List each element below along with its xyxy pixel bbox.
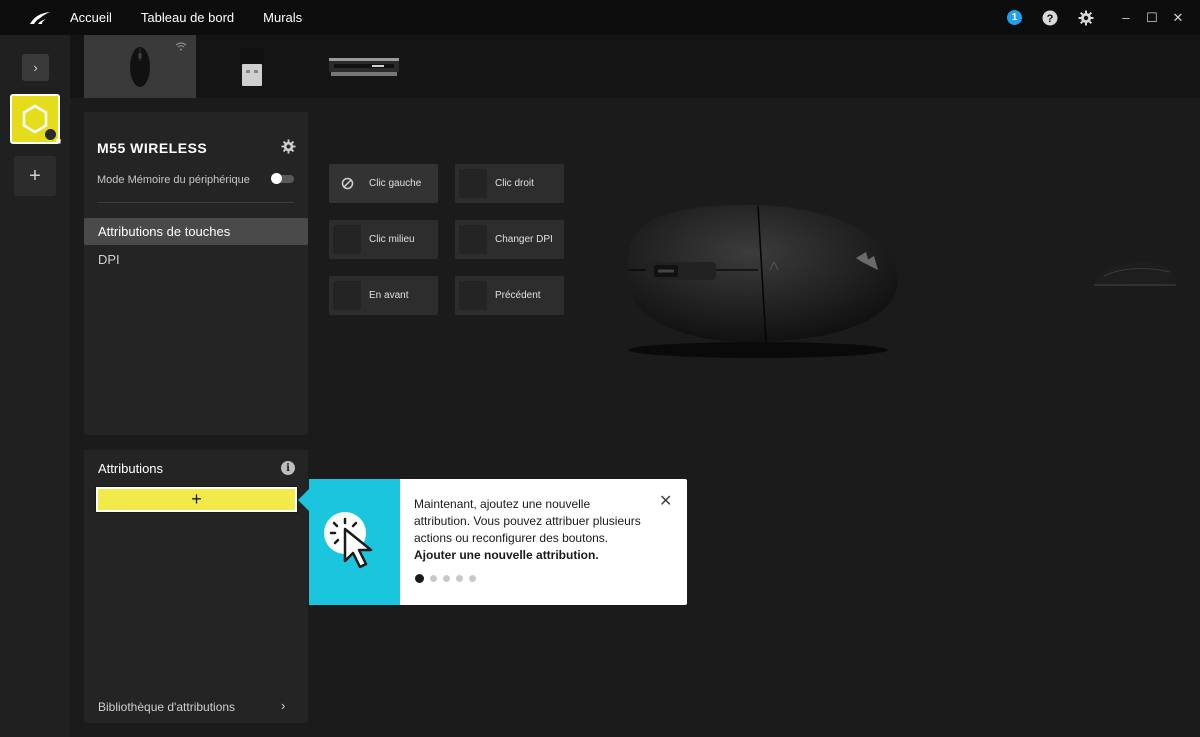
chevron-right-icon[interactable]: › xyxy=(281,698,285,713)
click-cursor-icon xyxy=(324,512,373,569)
menu-item-key-assignments[interactable]: Attributions de touches xyxy=(84,218,308,245)
key-label: Clic droit xyxy=(495,178,534,189)
menu-item-dpi[interactable]: DPI xyxy=(98,252,120,267)
usb-receiver-icon xyxy=(240,47,264,86)
info-icon[interactable]: i xyxy=(281,461,295,475)
device-name: M55 WIRELESS xyxy=(97,140,208,156)
key-right-click[interactable]: Clic droit xyxy=(455,164,564,203)
key-swatch xyxy=(459,169,487,198)
toggle-knob xyxy=(271,173,282,184)
step-dot[interactable] xyxy=(456,575,463,582)
corsair-logo-icon xyxy=(20,0,60,35)
memory-stick-icon xyxy=(329,57,399,76)
nav-dashboard[interactable]: Tableau de bord xyxy=(141,10,234,25)
mouse-side-view-image xyxy=(1094,262,1176,288)
step-dot[interactable] xyxy=(430,575,437,582)
close-window-button[interactable]: ✕ xyxy=(1166,6,1190,30)
title-bar: Accueil Tableau de bord Murals 1 ? – ☐ ✕ xyxy=(0,0,1200,35)
profile-hexagon-icon xyxy=(22,104,48,134)
device-settings-gear-icon[interactable] xyxy=(281,139,296,159)
tooltip-step-dots xyxy=(415,574,476,583)
mouse-icon xyxy=(130,46,150,87)
tooltip-action-text: Ajouter une nouvelle attribution. xyxy=(414,548,599,562)
tooltip-body: Maintenant, ajoutez une nouvelle attribu… xyxy=(414,496,649,564)
key-swatch xyxy=(459,281,487,310)
close-icon[interactable]: ✕ xyxy=(659,491,672,511)
disabled-icon xyxy=(341,177,354,190)
nav-home[interactable]: Accueil xyxy=(70,10,112,25)
mouse-top-view-image xyxy=(628,205,898,358)
tooltip-pointer xyxy=(298,489,309,511)
help-icon[interactable]: ? xyxy=(1042,10,1058,26)
key-label: Clic gauche xyxy=(369,178,422,189)
settings-gear-icon[interactable] xyxy=(1078,10,1094,26)
svg-text:?: ? xyxy=(1047,13,1054,25)
device-tab-receiver[interactable] xyxy=(196,35,308,98)
step-dot-active[interactable] xyxy=(415,574,424,583)
add-attribution-button[interactable]: + xyxy=(95,486,298,513)
device-tab-mouse[interactable] xyxy=(84,35,196,98)
minimize-button[interactable]: – xyxy=(1114,6,1138,30)
key-label: En avant xyxy=(369,290,409,301)
key-label: Précédent xyxy=(495,290,541,301)
device-strip xyxy=(70,35,1200,98)
key-swatch xyxy=(333,225,361,254)
profile-tile[interactable] xyxy=(10,94,62,144)
step-dot[interactable] xyxy=(469,575,476,582)
home-icon xyxy=(45,129,62,144)
attributions-panel: Attributions i + Bibliothèque d'attribut… xyxy=(84,450,308,723)
attributions-title: Attributions xyxy=(98,461,164,476)
maximize-button[interactable]: ☐ xyxy=(1140,6,1164,30)
wireless-icon xyxy=(175,42,187,51)
key-swatch xyxy=(459,225,487,254)
notification-badge[interactable]: 1 xyxy=(1007,10,1022,25)
tooltip-text: Maintenant, ajoutez une nouvelle attribu… xyxy=(414,497,641,545)
expand-rail-button[interactable]: › xyxy=(22,54,49,81)
onboarding-tooltip: Maintenant, ajoutez une nouvelle attribu… xyxy=(309,479,687,605)
profile-rail: › + xyxy=(0,35,70,737)
divider xyxy=(97,202,294,203)
memory-mode-toggle[interactable] xyxy=(271,173,294,184)
key-swatch xyxy=(333,281,361,310)
tooltip-illustration xyxy=(309,479,400,605)
device-panel: M55 WIRELESS Mode Mémoire du périphériqu… xyxy=(84,112,308,435)
key-back[interactable]: Précédent xyxy=(455,276,564,315)
key-label: Changer DPI xyxy=(495,234,553,245)
key-label: Clic milieu xyxy=(369,234,415,245)
add-profile-button[interactable]: + xyxy=(14,156,56,196)
key-change-dpi[interactable]: Changer DPI xyxy=(455,220,564,259)
nav-murals[interactable]: Murals xyxy=(263,10,302,25)
key-left-click[interactable]: Clic gauche xyxy=(329,164,438,203)
memory-mode-label: Mode Mémoire du périphérique xyxy=(97,174,250,186)
device-tab-memory[interactable] xyxy=(308,35,420,98)
key-forward[interactable]: En avant xyxy=(329,276,438,315)
attribution-library-link[interactable]: Bibliothèque d'attributions xyxy=(98,700,235,714)
step-dot[interactable] xyxy=(443,575,450,582)
key-middle-click[interactable]: Clic milieu xyxy=(329,220,438,259)
